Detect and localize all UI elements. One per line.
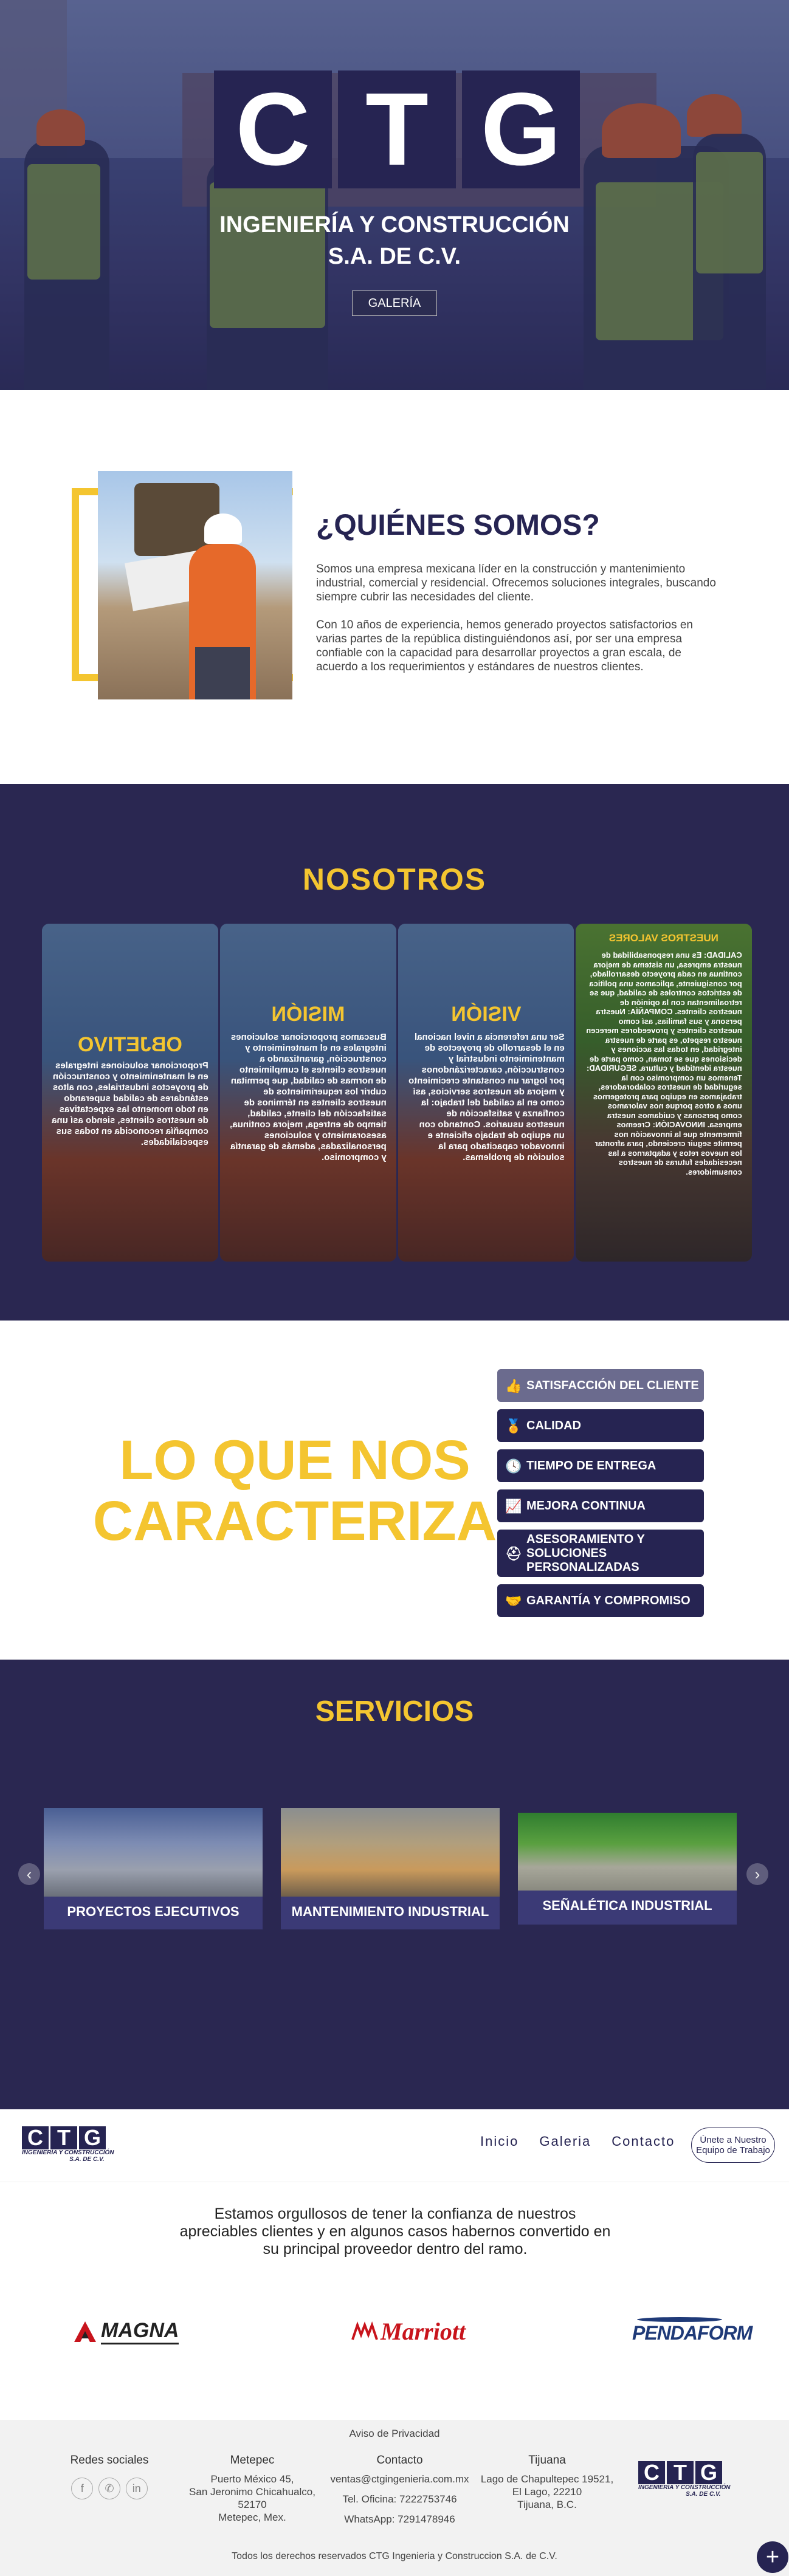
client-logo-pendaform: PENDAFORM xyxy=(632,2317,753,2344)
footer: Aviso de Privacidad Redes sociales f ✆ i… xyxy=(0,2420,789,2576)
contact-email[interactable]: ventas@ctgingenieria.com.mx xyxy=(322,2473,477,2485)
logo-letter-c: C xyxy=(214,70,332,188)
nosotros-cards: OBJETIVO Proporcionar soluciones integra… xyxy=(42,924,752,1262)
nav-links: Inicio Galeria Contacto xyxy=(480,2134,675,2149)
carousel-prev-button[interactable]: ‹ xyxy=(18,1863,40,1885)
clock-icon: 🕓 xyxy=(505,1458,522,1474)
service-image xyxy=(44,1808,263,1897)
handshake-icon: 🤝 xyxy=(505,1593,522,1609)
features-title: LO QUE NOS CARACTERIZA xyxy=(92,1429,497,1552)
whatsapp-icon[interactable]: ✆ xyxy=(98,2478,120,2499)
service-image xyxy=(281,1808,500,1897)
card-valores[interactable]: NUESTROS VALORES CALIDAD: Es una respons… xyxy=(576,924,752,1262)
medal-icon: 🏅 xyxy=(505,1418,522,1434)
thumbs-up-icon: 👍 xyxy=(505,1378,522,1393)
service-card-senaletica[interactable]: SEÑALÉTICA INDUSTRIAL xyxy=(518,1813,737,1925)
join-team-button[interactable]: Únete a Nuestro Equipo de Trabajo xyxy=(691,2128,775,2163)
facebook-icon[interactable]: f xyxy=(71,2478,94,2499)
navbar-logo[interactable]: C T G INGENIERÍA Y CONSTRUCCIÓN S.A. DE … xyxy=(22,2126,114,2163)
helmet-icon: ⛑ xyxy=(505,1545,522,1561)
contact-phone[interactable]: Tel. Oficina: 7222753746 xyxy=(322,2493,477,2506)
clients-text: Estamos orgullosos de tener la confianza… xyxy=(179,2205,611,2258)
about-paragraph-2: Con 10 años de experiencia, hemos genera… xyxy=(316,619,693,673)
card-heading: VISIÓN xyxy=(450,1003,521,1026)
feature-guarantee[interactable]: 🤝 GARANTÍA Y COMPROMISO xyxy=(497,1584,704,1617)
service-label: SEÑALÉTICA INDUSTRIAL xyxy=(542,1898,712,1913)
service-label: PROYECTOS EJECUTIVOS xyxy=(67,1904,239,1919)
contact-whatsapp[interactable]: WhatsApp: 7291478946 xyxy=(322,2513,477,2526)
nav-link-contacto[interactable]: Contacto xyxy=(612,2134,675,2149)
service-label: MANTENIMIENTO INDUSTRIAL xyxy=(291,1904,489,1919)
service-card-proyectos[interactable]: PROYECTOS EJECUTIVOS xyxy=(44,1808,263,1929)
footer-metepec: Metepec Puerto México 45, San Jeronimo C… xyxy=(189,2454,315,2523)
service-card-mantenimiento[interactable]: MANTENIMIENTO INDUSTRIAL xyxy=(281,1808,500,1929)
about-paragraph-1: Somos una empresa mexicana líder en la c… xyxy=(316,563,716,603)
about-title: ¿QUIÉNES SOMOS? xyxy=(316,509,600,541)
clients-section: Estamos orgullosos de tener la confianza… xyxy=(0,2182,789,2420)
services-title: SERVICIOS xyxy=(315,1695,474,1728)
nav-link-inicio[interactable]: Inicio xyxy=(480,2134,519,2149)
gallery-button[interactable]: GALERÍA xyxy=(352,290,437,316)
card-heading: NUESTROS VALORES xyxy=(609,932,719,944)
copyright: Todos los derechos reservados CTG Ingeni… xyxy=(232,2551,557,2561)
logo-letter-t: T xyxy=(338,70,456,188)
about-section: ¿QUIÉNES SOMOS? Somos una empresa mexica… xyxy=(0,390,789,784)
logo-letter-g: G xyxy=(462,70,580,188)
privacy-link[interactable]: Aviso de Privacidad xyxy=(0,2427,789,2440)
plus-button[interactable]: + xyxy=(757,2541,788,2573)
carousel-next-button[interactable]: › xyxy=(746,1863,768,1885)
nosotros-section: NOSOTROS OBJETIVO Proporcionar solucione… xyxy=(0,784,789,1321)
card-vision[interactable]: VISIÓN Ser una referencia a nivel nacion… xyxy=(398,924,574,1262)
marriott-icon xyxy=(351,2321,378,2340)
client-logo-magna: MAGNA xyxy=(73,2319,179,2344)
card-text: Proporcionar soluciones integrales en el… xyxy=(52,1060,208,1147)
feature-customer-satisfaction[interactable]: 👍 SATISFACCIÓN DEL CLIENTE xyxy=(497,1369,704,1402)
feature-delivery-time[interactable]: 🕓 TIEMPO DE ENTREGA xyxy=(497,1449,704,1482)
card-heading: OBJETIVO xyxy=(77,1033,182,1056)
nav-link-galeria[interactable]: Galeria xyxy=(539,2134,591,2149)
hero-subtitle-line1: INGENIERÍA Y CONSTRUCCIÓN xyxy=(219,212,570,238)
hero-banner: C T G INGENIERÍA Y CONSTRUCCIÓN S.A. DE … xyxy=(0,0,789,390)
feature-quality[interactable]: 🏅 CALIDAD xyxy=(497,1409,704,1442)
client-logo-marriott: Marriott xyxy=(351,2317,466,2346)
card-heading: MISIÓN xyxy=(271,1003,345,1026)
feature-consulting[interactable]: ⛑ ASESORAMIENTO Y SOLUCIONES PERSONALIZA… xyxy=(497,1530,704,1577)
feature-continuous-improvement[interactable]: 📈 MEJORA CONTINUA xyxy=(497,1489,704,1522)
footer-logo: C T G INGENIERÍA Y CONSTRUCCIÓN S.A. DE … xyxy=(638,2460,731,2498)
footer-social: Redes sociales f ✆ in xyxy=(61,2454,158,2499)
nosotros-title: NOSOTROS xyxy=(302,862,487,896)
navbar: C T G INGENIERÍA Y CONSTRUCCIÓN S.A. DE … xyxy=(0,2109,789,2182)
card-text: Buscamos proporcionar soluciones integra… xyxy=(229,1032,387,1163)
about-photo xyxy=(98,471,292,699)
footer-contact: Contacto ventas@ctgingenieria.com.mx Tel… xyxy=(322,2454,477,2526)
card-text: CALIDAD: Es una responsabilidad de nuest… xyxy=(586,950,742,1176)
card-text: Ser una referencia a nivel nacional en e… xyxy=(408,1032,565,1163)
magna-icon xyxy=(74,2321,96,2342)
hero-logo: C T G xyxy=(214,70,580,188)
service-image xyxy=(518,1813,737,1891)
services-section: SERVICIOS ‹ › PROYECTOS EJECUTIVOS MANTE… xyxy=(0,1660,789,2109)
chart-line-icon: 📈 xyxy=(505,1498,522,1514)
footer-tijuana: Tijuana Lago de Chapultepec 19521, El La… xyxy=(480,2454,614,2510)
card-mision[interactable]: MISIÓN Buscamos proporcionar soluciones … xyxy=(219,924,396,1262)
linkedin-icon[interactable]: in xyxy=(125,2478,148,2499)
hero-subtitle-line2: S.A. DE C.V. xyxy=(328,244,461,269)
card-objetivo[interactable]: OBJETIVO Proporcionar soluciones integra… xyxy=(42,924,218,1262)
features-section: LO QUE NOS CARACTERIZA 👍 SATISFACCIÓN DE… xyxy=(0,1321,789,1660)
